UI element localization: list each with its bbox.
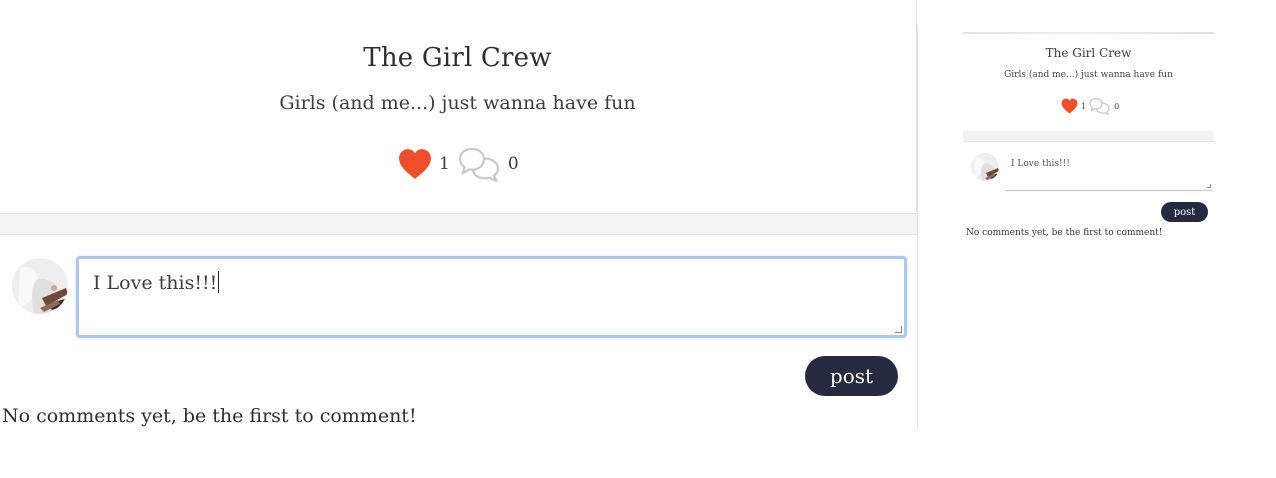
preview-post-button[interactable]: post bbox=[1161, 202, 1208, 222]
post-subtitle: Girls (and me...) just wanna have fun bbox=[279, 92, 636, 114]
preview-comment-count: 0 bbox=[1114, 101, 1120, 111]
preview-avatar bbox=[971, 153, 999, 181]
comment-count: 0 bbox=[507, 154, 519, 174]
preview-comment-input[interactable]: I Love this!!! bbox=[1005, 150, 1212, 191]
post-stats: 1 0 bbox=[398, 146, 519, 182]
preview-section-divider bbox=[963, 131, 1214, 142]
panel-divider bbox=[917, 25, 918, 428]
comment-input-text: I Love this!!! bbox=[93, 272, 218, 294]
heart-icon[interactable] bbox=[1061, 98, 1078, 114]
preview-post-stats: 1 0 bbox=[1061, 97, 1119, 115]
empty-comments-message: No comments yet, be the first to comment… bbox=[2, 405, 417, 427]
preview-like-count: 1 bbox=[1081, 101, 1087, 111]
like-count: 1 bbox=[439, 154, 450, 174]
preview-resize-handle-icon[interactable] bbox=[1207, 184, 1211, 188]
preview-post-subtitle: Girls (and me...) just wanna have fun bbox=[1004, 70, 1173, 80]
post-detail-panel: The Girl Crew Girls (and me...) just wan… bbox=[0, 0, 918, 428]
section-divider bbox=[0, 214, 918, 234]
text-caret bbox=[218, 271, 220, 293]
post-button[interactable]: post bbox=[805, 356, 898, 396]
comment-input[interactable]: I Love this!!! bbox=[76, 256, 907, 338]
preview-comment-input-text: I Love this!!! bbox=[1011, 159, 1070, 169]
preview-empty-comments-message: No comments yet, be the first to comment… bbox=[966, 228, 1163, 238]
comment-bubbles-icon[interactable] bbox=[1089, 97, 1111, 115]
preview-post-title: The Girl Crew bbox=[1045, 46, 1132, 60]
heart-icon[interactable] bbox=[398, 148, 432, 180]
comment-bubbles-icon[interactable] bbox=[458, 146, 502, 182]
preview-image-strip bbox=[963, 32, 1214, 34]
avatar bbox=[12, 258, 68, 314]
resize-handle-icon[interactable] bbox=[895, 326, 902, 333]
post-title: The Girl Crew bbox=[363, 43, 552, 73]
